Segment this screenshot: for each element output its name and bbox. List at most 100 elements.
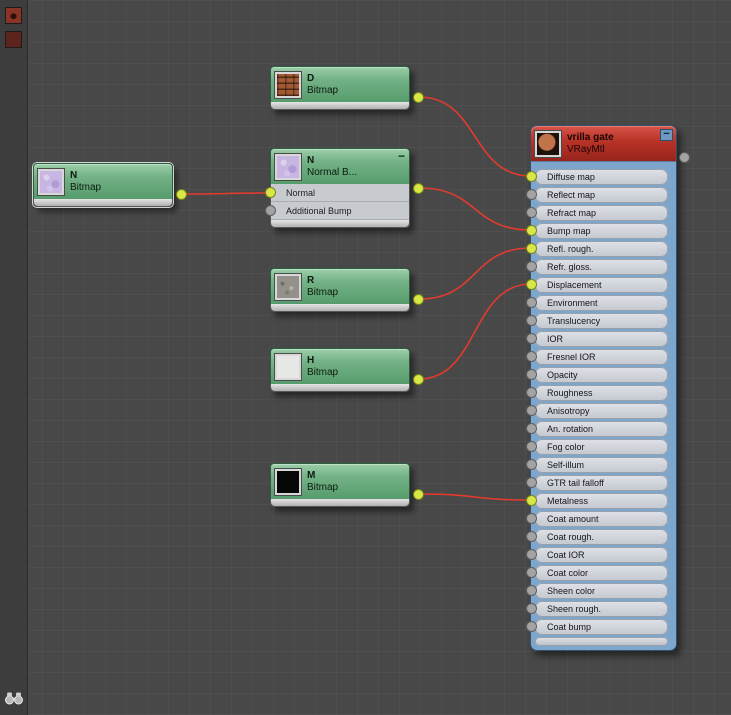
input-socket[interactable] <box>526 513 537 524</box>
output-socket[interactable] <box>413 374 424 385</box>
output-socket[interactable] <box>679 152 690 163</box>
input-socket[interactable] <box>526 531 537 542</box>
material-input-slot[interactable]: Anisotropy <box>526 403 668 419</box>
material-input-label: Refr. gloss. <box>547 262 593 272</box>
minimize-dash-icon[interactable]: − <box>660 129 673 141</box>
minimize-dash-icon[interactable]: − <box>398 149 405 163</box>
input-socket[interactable] <box>526 441 537 452</box>
input-socket[interactable] <box>526 189 537 200</box>
output-socket[interactable] <box>413 489 424 500</box>
input-socket[interactable] <box>526 621 537 632</box>
input-socket[interactable] <box>526 261 537 272</box>
material-input-slot[interactable]: Coat amount <box>526 511 668 527</box>
node-footer <box>33 199 173 207</box>
binoculars-icon[interactable] <box>4 691 24 710</box>
material-input-slot[interactable]: Coat bump <box>526 619 668 635</box>
material-input-slot[interactable]: An. rotation <box>526 421 668 437</box>
material-input-slot[interactable]: Self-illum <box>526 457 668 473</box>
input-socket[interactable] <box>526 351 537 362</box>
input-socket[interactable] <box>526 333 537 344</box>
bitmap-thumbnail <box>274 352 302 381</box>
input-socket[interactable] <box>526 297 537 308</box>
node-header[interactable]: R Bitmap <box>270 268 410 304</box>
input-socket[interactable] <box>526 459 537 470</box>
node-bitmap-r[interactable]: R Bitmap <box>270 268 424 312</box>
input-socket[interactable] <box>526 585 537 596</box>
toolbar-darkred-icon[interactable] <box>5 31 22 48</box>
material-input-slot[interactable]: Additional Bump <box>265 202 409 220</box>
material-input-slot[interactable]: GTR tail falloff <box>526 475 668 491</box>
material-input-slot[interactable]: Sheen color <box>526 583 668 599</box>
node-header[interactable]: D Bitmap <box>270 66 410 102</box>
node-header[interactable]: vrilla gate VRayMtl − <box>531 126 676 162</box>
input-socket[interactable] <box>526 315 537 326</box>
material-input-label: Reflect map <box>547 190 596 200</box>
bitmap-thumbnail <box>274 70 302 99</box>
node-type-label: Normal B... <box>307 166 358 178</box>
node-header[interactable]: H Bitmap <box>270 348 410 384</box>
input-socket[interactable] <box>265 205 276 216</box>
material-input-slot[interactable]: Refr. gloss. <box>526 259 668 275</box>
material-input-slot[interactable]: Opacity <box>526 367 668 383</box>
output-socket[interactable] <box>413 92 424 103</box>
input-socket[interactable] <box>526 387 537 398</box>
material-input-slot[interactable]: Coat color <box>526 565 668 581</box>
material-input-label: Refract map <box>547 208 597 218</box>
material-input-label: Fog color <box>547 442 585 452</box>
input-socket[interactable] <box>526 477 537 488</box>
material-input-label: Displacement <box>547 280 602 290</box>
material-input-slot[interactable]: Reflect map <box>526 187 668 203</box>
material-input-slot[interactable]: Refl. rough. <box>526 241 668 257</box>
material-input-slot[interactable]: Normal <box>265 184 409 202</box>
input-socket[interactable] <box>526 225 537 236</box>
input-socket[interactable] <box>526 495 537 506</box>
material-input-slot[interactable]: Diffuse map <box>526 169 668 185</box>
node-bitmap-n[interactable]: N Bitmap <box>32 162 187 208</box>
material-input-slot[interactable]: Translucency <box>526 313 668 329</box>
node-bitmap-m[interactable]: M Bitmap <box>270 463 424 507</box>
input-socket[interactable] <box>526 243 537 254</box>
input-socket[interactable] <box>526 567 537 578</box>
material-input-slot[interactable]: Fog color <box>526 439 668 455</box>
slate-material-editor-canvas[interactable]: { "ui": { "colors": { "background": "#48… <box>0 0 731 715</box>
material-input-slot[interactable]: IOR <box>526 331 668 347</box>
material-input-label: Translucency <box>547 316 601 326</box>
node-header[interactable]: M Bitmap <box>270 463 410 499</box>
material-input-slot[interactable]: Refract map <box>526 205 668 221</box>
material-input-slot[interactable]: Roughness <box>526 385 668 401</box>
input-socket[interactable] <box>265 187 276 198</box>
node-title: M <box>307 469 316 481</box>
input-socket[interactable] <box>526 549 537 560</box>
material-input-slot[interactable]: Coat IOR <box>526 547 668 563</box>
input-socket[interactable] <box>526 405 537 416</box>
node-normal-bump[interactable]: N Normal B... − Normal Additional Bump <box>265 148 424 228</box>
output-socket[interactable] <box>413 294 424 305</box>
node-header[interactable]: N Bitmap <box>33 163 173 199</box>
output-socket[interactable] <box>413 183 424 194</box>
input-socket[interactable] <box>526 279 537 290</box>
node-footer <box>270 220 410 228</box>
normal-bump-slots: Normal Additional Bump <box>265 184 410 220</box>
node-bitmap-d[interactable]: D Bitmap <box>270 66 424 110</box>
input-socket[interactable] <box>526 207 537 218</box>
node-footer <box>535 637 668 646</box>
material-input-slot[interactable]: Displacement <box>526 277 668 293</box>
node-bitmap-h[interactable]: H Bitmap <box>270 348 424 392</box>
material-input-slot[interactable]: Metalness <box>526 493 668 509</box>
output-socket[interactable] <box>176 189 187 200</box>
toolbar-red-icon[interactable] <box>5 7 22 24</box>
material-input-slot[interactable]: Environment <box>526 295 668 311</box>
node-header[interactable]: N Normal B... − <box>270 148 410 184</box>
material-input-slot[interactable]: Bump map <box>526 223 668 239</box>
node-vraymtl[interactable]: vrilla gate VRayMtl − Diffuse map Reflect… <box>526 125 690 651</box>
input-socket[interactable] <box>526 423 537 434</box>
material-input-label: Sheen color <box>547 586 596 596</box>
material-thumbnail <box>534 129 562 158</box>
material-input-slot[interactable]: Coat rough. <box>526 529 668 545</box>
material-input-label: Anisotropy <box>547 406 590 416</box>
input-socket[interactable] <box>526 171 537 182</box>
input-socket[interactable] <box>526 369 537 380</box>
material-input-slot[interactable]: Sheen rough. <box>526 601 668 617</box>
input-socket[interactable] <box>526 603 537 614</box>
material-input-slot[interactable]: Fresnel IOR <box>526 349 668 365</box>
